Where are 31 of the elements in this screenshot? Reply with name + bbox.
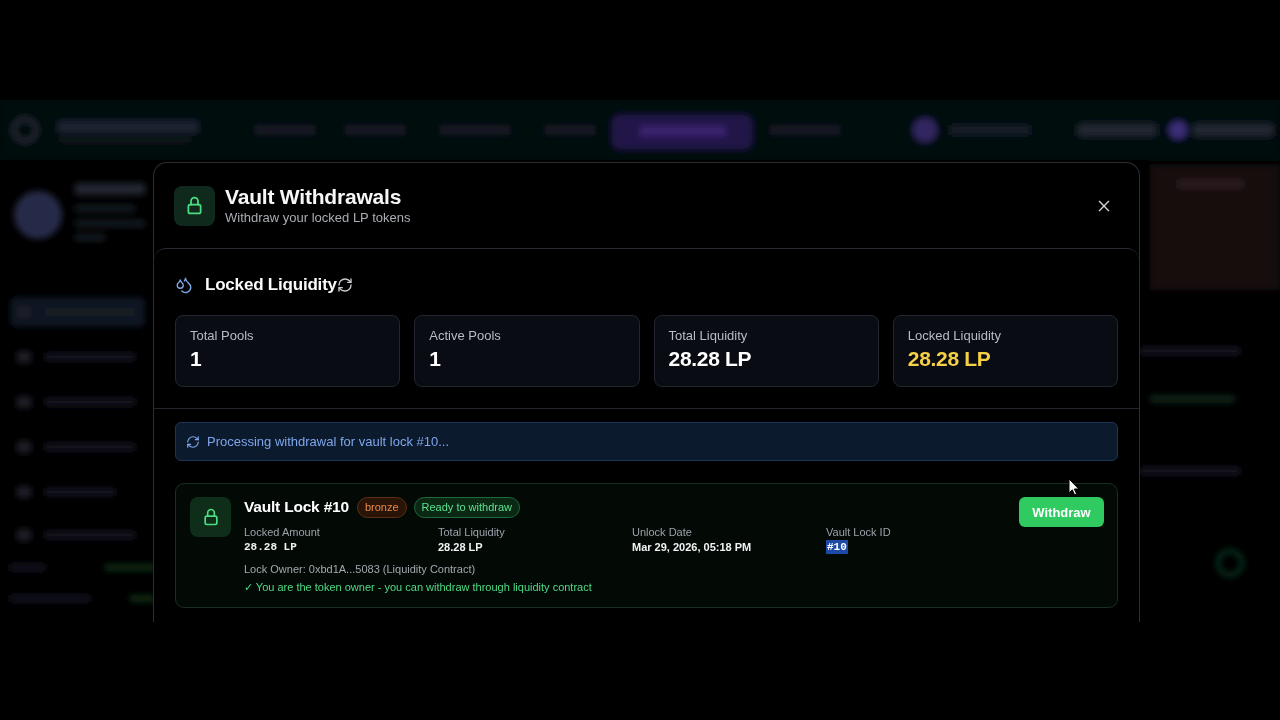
field-label: Unlock Date bbox=[632, 525, 692, 539]
stat-value: 28.28 LP bbox=[668, 347, 752, 371]
lock-owner-text: Lock Owner: 0xbd1A...5083 (Liquidity Contract) bbox=[244, 562, 476, 576]
panel-title: Locked Liquidity bbox=[205, 274, 337, 296]
lock-title: Vault Lock #10 bbox=[244, 498, 349, 516]
field-label: Total Liquidity bbox=[438, 525, 505, 539]
lock-icon bbox=[174, 185, 215, 226]
stat-label: Total Pools bbox=[190, 328, 254, 344]
stat-label: Active Pools bbox=[429, 328, 501, 344]
stat-value: 1 bbox=[429, 347, 441, 371]
field-value: 28.28 LP bbox=[244, 540, 297, 554]
withdraw-button[interactable]: Withdraw bbox=[1019, 497, 1104, 527]
field-value: #10 bbox=[826, 540, 848, 554]
field-label: Vault Lock ID bbox=[826, 525, 891, 539]
stat-value: 28.28 LP bbox=[907, 347, 991, 371]
owner-note-text: ✓ You are the token owner - you can withdraw through liquidity contract bbox=[244, 580, 592, 594]
field-value: Mar 29, 2026, 05:18 PM bbox=[632, 540, 752, 554]
stat-label: Total Liquidity bbox=[668, 328, 748, 344]
lock-icon bbox=[190, 497, 231, 537]
stat-label: Locked Liquidity bbox=[907, 328, 1001, 344]
refresh-icon[interactable] bbox=[336, 277, 353, 293]
status-badge: Ready to withdraw bbox=[413, 496, 521, 518]
modal-subtitle: Withdraw your locked LP tokens bbox=[225, 210, 411, 226]
spinner-icon bbox=[186, 434, 200, 449]
droplets-icon bbox=[175, 276, 193, 294]
stat-value: 1 bbox=[190, 347, 202, 371]
banner-text: Processing withdrawal for vault lock #10... bbox=[207, 434, 450, 449]
tier-badge: bronze bbox=[356, 496, 407, 518]
field-value: 28.28 LP bbox=[438, 540, 483, 554]
field-label: Locked Amount bbox=[244, 525, 320, 539]
modal-title: Vault Withdrawals bbox=[225, 185, 402, 209]
